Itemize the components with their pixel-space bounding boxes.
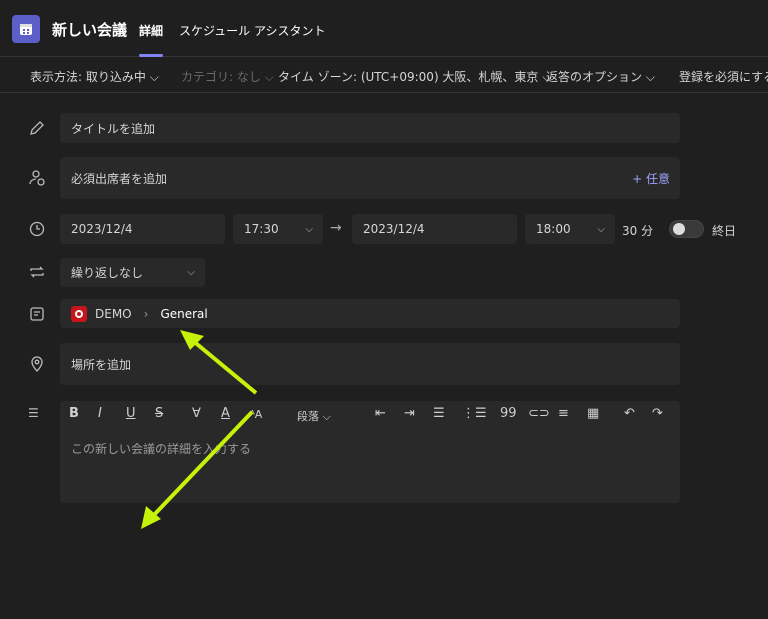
annotation-arrows (141, 330, 258, 529)
annotation-arrow-to-channel (190, 338, 258, 395)
annotation-arrow-down (150, 410, 254, 519)
